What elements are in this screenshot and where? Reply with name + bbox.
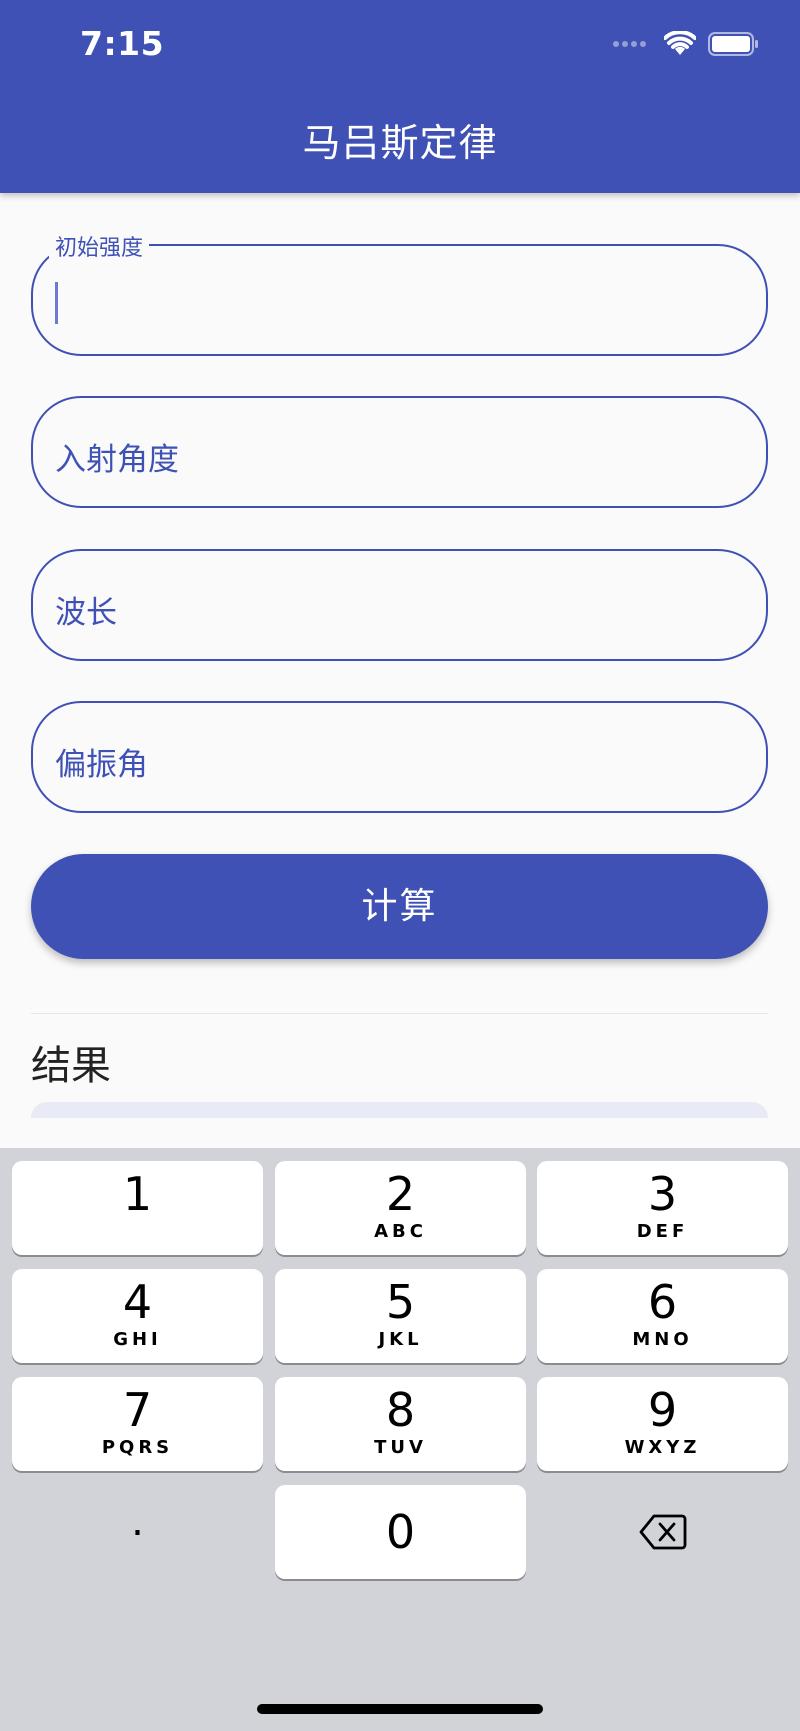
delete-left-icon bbox=[639, 1514, 686, 1550]
key-letters: DEF bbox=[636, 1221, 689, 1242]
key-digit: 7 bbox=[122, 1383, 153, 1437]
wifi-icon bbox=[664, 31, 696, 55]
key-2[interactable]: 2 ABC bbox=[275, 1161, 526, 1255]
numeric-keyboard: 1 2 ABC 3 DEF 4 GHI 5 JKL 6 MNO 7 PQRS 8… bbox=[0, 1148, 800, 1731]
app-bar: 7:15 马吕斯定律 bbox=[0, 0, 800, 193]
result-title: 结果 bbox=[31, 1043, 111, 1089]
key-letters: TUV bbox=[374, 1437, 427, 1458]
key-letters: JKL bbox=[378, 1329, 423, 1350]
key-letters: MNO bbox=[632, 1329, 693, 1350]
initial-intensity-label: 初始强度 bbox=[49, 230, 150, 262]
polarization-angle-label: 偏振角 bbox=[55, 747, 148, 783]
key-digit: 8 bbox=[385, 1383, 416, 1437]
key-5[interactable]: 5 JKL bbox=[275, 1269, 526, 1363]
key-digit: 4 bbox=[122, 1275, 153, 1329]
key-digit: 6 bbox=[647, 1275, 678, 1329]
result-card bbox=[31, 1102, 768, 1118]
backspace-key[interactable] bbox=[537, 1485, 788, 1579]
key-letters: WXYZ bbox=[624, 1437, 701, 1458]
key-3[interactable]: 3 DEF bbox=[537, 1161, 788, 1255]
wavelength-label: 波长 bbox=[55, 595, 117, 631]
key-digit: 3 bbox=[647, 1167, 678, 1221]
key-1[interactable]: 1 bbox=[12, 1161, 263, 1255]
key-letters: GHI bbox=[113, 1329, 162, 1350]
key-digit: 1 bbox=[122, 1167, 153, 1221]
key-letters: PQRS bbox=[101, 1437, 174, 1458]
status-time: 7:15 bbox=[80, 24, 165, 63]
key-digit: 2 bbox=[385, 1167, 416, 1221]
key-digit: 5 bbox=[385, 1275, 416, 1329]
cellular-signal-icon bbox=[613, 41, 646, 47]
incident-angle-label: 入射角度 bbox=[55, 442, 179, 478]
status-icons bbox=[613, 28, 760, 60]
key-6[interactable]: 6 MNO bbox=[537, 1269, 788, 1363]
key-digit: 9 bbox=[647, 1383, 678, 1437]
key-9[interactable]: 9 WXYZ bbox=[537, 1377, 788, 1471]
page-title: 马吕斯定律 bbox=[302, 121, 498, 165]
battery-icon bbox=[708, 32, 758, 56]
key-decimal[interactable]: . bbox=[12, 1485, 263, 1579]
polarization-angle-input[interactable]: 偏振角 bbox=[31, 701, 768, 813]
initial-intensity-input[interactable]: 初始强度 bbox=[31, 230, 768, 356]
key-0[interactable]: 0 bbox=[275, 1485, 526, 1579]
home-indicator bbox=[257, 1704, 543, 1714]
key-digit: 0 bbox=[385, 1505, 416, 1559]
decimal-label: . bbox=[131, 1499, 144, 1545]
incident-angle-input[interactable]: 入射角度 bbox=[31, 396, 768, 508]
calculate-button[interactable]: 计算 bbox=[31, 854, 768, 959]
key-4[interactable]: 4 GHI bbox=[12, 1269, 263, 1363]
key-letters: ABC bbox=[374, 1221, 427, 1242]
wavelength-input[interactable]: 波长 bbox=[31, 549, 768, 661]
text-cursor bbox=[55, 282, 58, 324]
key-7[interactable]: 7 PQRS bbox=[12, 1377, 263, 1471]
key-8[interactable]: 8 TUV bbox=[275, 1377, 526, 1471]
divider bbox=[31, 1013, 768, 1014]
